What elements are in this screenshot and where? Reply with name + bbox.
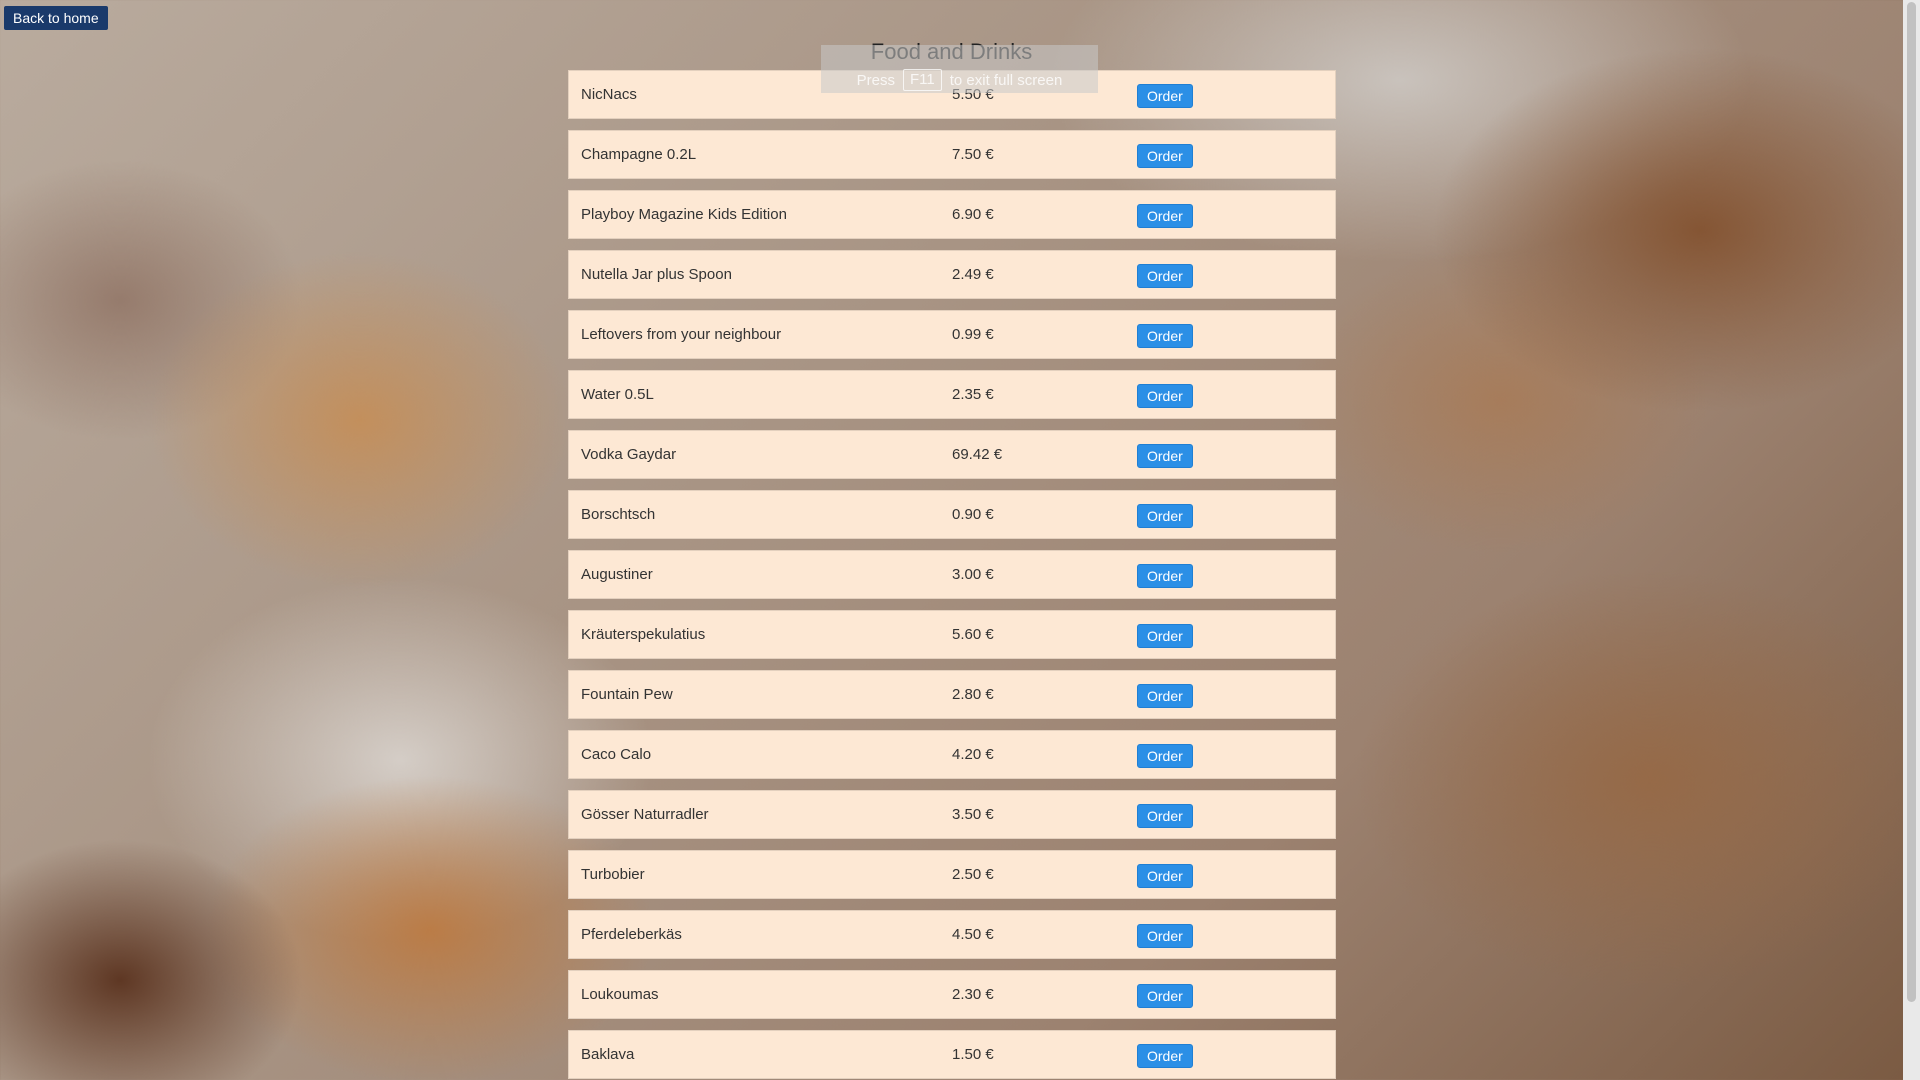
- fullscreen-notice-suffix: to exit full screen: [949, 71, 1063, 89]
- item-price: 2.50 €: [952, 866, 994, 883]
- item-name: Fountain Pew: [581, 686, 673, 703]
- item-price: 7.50 €: [952, 146, 994, 163]
- order-button[interactable]: Order: [1137, 1044, 1193, 1068]
- menu-item: Borschtsch 0.90 € Order: [568, 490, 1336, 539]
- item-price: 4.20 €: [952, 746, 994, 763]
- order-button[interactable]: Order: [1137, 744, 1193, 768]
- menu-item: Fountain Pew 2.80 € Order: [568, 670, 1336, 719]
- menu-item: Gösser Naturradler 3.50 € Order: [568, 790, 1336, 839]
- item-name: Vodka Gaydar: [581, 446, 677, 463]
- item-name: Water 0.5L: [581, 386, 654, 403]
- order-button[interactable]: Order: [1137, 624, 1193, 648]
- item-name: Gösser Naturradler: [581, 806, 709, 823]
- menu-item: Nutella Jar plus Spoon 2.49 € Order: [568, 250, 1336, 299]
- menu-item: Pferdeleberkäs 4.50 € Order: [568, 910, 1336, 959]
- order-button[interactable]: Order: [1137, 684, 1193, 708]
- menu-item: Caco Calo 4.20 € Order: [568, 730, 1336, 779]
- item-price: 5.60 €: [952, 626, 994, 643]
- menu-item: Baklava 1.50 € Order: [568, 1030, 1336, 1079]
- menu-item: Augustiner 3.00 € Order: [568, 550, 1336, 599]
- order-button[interactable]: Order: [1137, 444, 1193, 468]
- item-name: Kräuterspekulatius: [581, 626, 706, 643]
- order-button[interactable]: Order: [1137, 924, 1193, 948]
- item-price: 2.35 €: [952, 386, 994, 403]
- item-price: 4.50 €: [952, 926, 994, 943]
- fullscreen-notice: Press F11 to exit full screen: [821, 45, 1098, 93]
- order-button[interactable]: Order: [1137, 84, 1193, 108]
- scrollbar-thumb[interactable]: [1907, 2, 1916, 1002]
- item-name: Borschtsch: [581, 506, 656, 523]
- item-price: 3.00 €: [952, 566, 994, 583]
- order-button[interactable]: Order: [1137, 864, 1193, 888]
- item-name: Loukoumas: [581, 986, 659, 1003]
- menu-item: Leftovers from your neighbour 0.99 € Ord…: [568, 310, 1336, 359]
- item-name: Turbobier: [581, 866, 645, 883]
- item-name: Baklava: [581, 1046, 635, 1063]
- menu-item: Vodka Gaydar 69.42 € Order: [568, 430, 1336, 479]
- item-name: Leftovers from your neighbour: [581, 326, 782, 343]
- menu-list: NicNacs 5.50 € Order Champagne 0.2L 7.50…: [568, 70, 1336, 1080]
- order-button[interactable]: Order: [1137, 204, 1193, 228]
- fullscreen-notice-prefix: Press: [856, 71, 896, 89]
- menu-item: Playboy Magazine Kids Edition 6.90 € Ord…: [568, 190, 1336, 239]
- item-price: 69.42 €: [952, 446, 1003, 463]
- item-name: Playboy Magazine Kids Edition: [581, 206, 787, 223]
- fullscreen-notice-key: F11: [903, 69, 942, 91]
- menu-item: Loukoumas 2.30 € Order: [568, 970, 1336, 1019]
- order-button[interactable]: Order: [1137, 324, 1193, 348]
- item-price: 0.90 €: [952, 506, 994, 523]
- item-name: Nutella Jar plus Spoon: [581, 266, 732, 283]
- order-button[interactable]: Order: [1137, 564, 1193, 588]
- item-name: NicNacs: [581, 86, 637, 103]
- menu-item: Kräuterspekulatius 5.60 € Order: [568, 610, 1336, 659]
- item-price: 2.30 €: [952, 986, 994, 1003]
- item-name: Pferdeleberkäs: [581, 926, 682, 943]
- item-name: Caco Calo: [581, 746, 652, 763]
- item-price: 3.50 €: [952, 806, 994, 823]
- order-button[interactable]: Order: [1137, 504, 1193, 528]
- menu-item: Turbobier 2.50 € Order: [568, 850, 1336, 899]
- page-scrollbar[interactable]: [1903, 0, 1920, 1080]
- item-name: Champagne 0.2L: [581, 146, 697, 163]
- order-button[interactable]: Order: [1137, 264, 1193, 288]
- item-price: 2.49 €: [952, 266, 994, 283]
- order-button[interactable]: Order: [1137, 144, 1193, 168]
- order-button[interactable]: Order: [1137, 384, 1193, 408]
- item-price: 0.99 €: [952, 326, 994, 343]
- item-price: 1.50 €: [952, 1046, 994, 1063]
- menu-item: Champagne 0.2L 7.50 € Order: [568, 130, 1336, 179]
- order-button[interactable]: Order: [1137, 984, 1193, 1008]
- order-button[interactable]: Order: [1137, 804, 1193, 828]
- menu-item: Water 0.5L 2.35 € Order: [568, 370, 1336, 419]
- item-name: Augustiner: [581, 566, 653, 583]
- back-to-home-button[interactable]: Back to home: [4, 6, 108, 30]
- item-price: 2.80 €: [952, 686, 994, 703]
- item-price: 6.90 €: [952, 206, 994, 223]
